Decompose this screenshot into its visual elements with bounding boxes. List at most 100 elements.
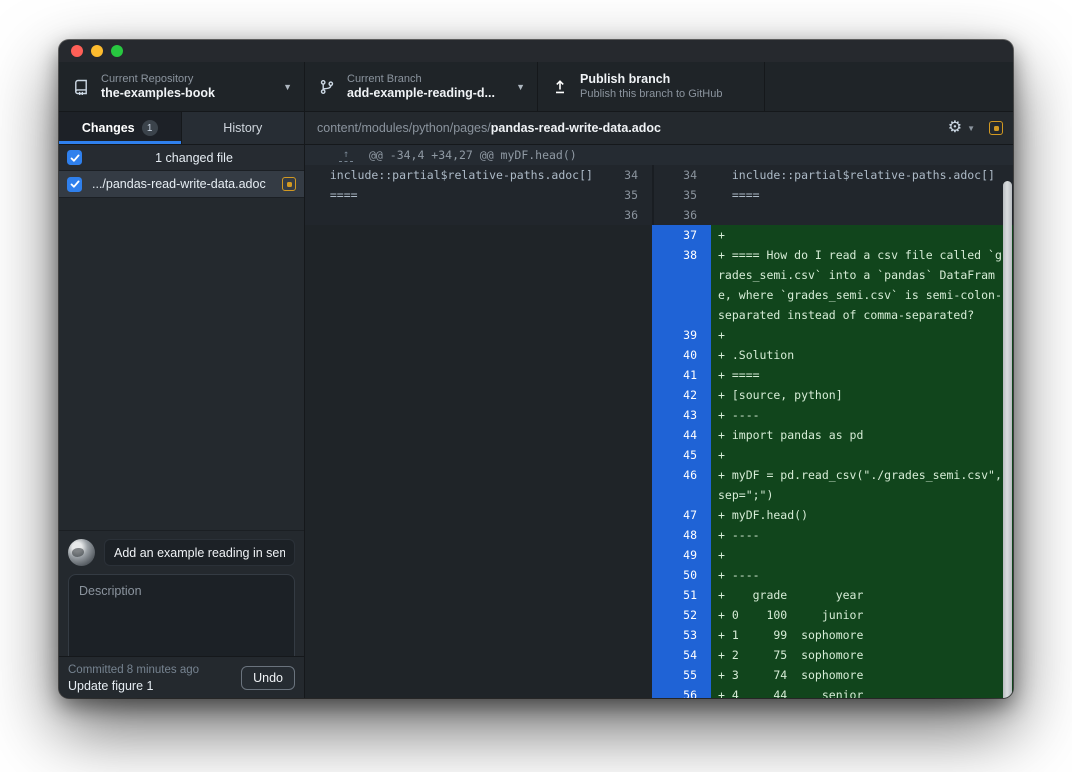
diff-scrollbar[interactable]: [1003, 181, 1012, 698]
old-num[interactable]: [600, 385, 652, 405]
diff-options-button[interactable]: ⚙ ▼: [948, 120, 975, 136]
current-branch-button[interactable]: Current Branch add-example-reading-d... …: [305, 62, 538, 111]
diff-row[interactable]: 42+ [source, python]: [305, 385, 1013, 405]
diff-row[interactable]: 51+ grade year: [305, 585, 1013, 605]
diff-row[interactable]: 56+ 4 44 senior: [305, 685, 1013, 698]
file-list-item[interactable]: .../pandas-read-write-data.adoc: [59, 171, 304, 198]
old-num[interactable]: [600, 625, 652, 645]
old-num[interactable]: [600, 545, 652, 565]
diff-row[interactable]: 37+: [305, 225, 1013, 245]
diff-row[interactable]: 50+ ----: [305, 565, 1013, 585]
new-content-text: +: [711, 225, 1013, 245]
new-content-text: +: [711, 545, 1013, 565]
new-num[interactable]: 48: [652, 525, 711, 545]
new-num[interactable]: 52: [652, 605, 711, 625]
old-num[interactable]: [600, 525, 652, 545]
current-repository-name: the-examples-book: [101, 86, 275, 101]
old-num[interactable]: [600, 565, 652, 585]
new-num[interactable]: 56: [652, 685, 711, 698]
old-num[interactable]: [600, 365, 652, 385]
diff-row[interactable]: 55+ 3 74 sophomore: [305, 665, 1013, 685]
new-num[interactable]: 42: [652, 385, 711, 405]
old-num[interactable]: 34: [600, 165, 652, 185]
new-num[interactable]: 46: [652, 465, 711, 505]
publish-branch-button[interactable]: Publish branch Publish this branch to Gi…: [538, 62, 765, 111]
new-num[interactable]: 55: [652, 665, 711, 685]
old-content-text: [305, 225, 600, 245]
upload-icon: [552, 79, 568, 95]
diff-row[interactable]: 41+ ====: [305, 365, 1013, 385]
new-content-text: + ----: [711, 525, 1013, 545]
zoom-button[interactable]: [111, 45, 123, 57]
old-num[interactable]: [600, 245, 652, 325]
minimize-button[interactable]: [91, 45, 103, 57]
current-repository-button[interactable]: Current Repository the-examples-book ▼: [59, 62, 305, 111]
changed-files-summary-row[interactable]: 1 changed file: [59, 145, 304, 171]
new-num[interactable]: 38: [652, 245, 711, 325]
old-num[interactable]: 35: [600, 185, 652, 205]
old-num[interactable]: [600, 405, 652, 425]
new-num[interactable]: 40: [652, 345, 711, 365]
new-content-text: [711, 205, 1013, 225]
old-num[interactable]: [600, 465, 652, 505]
new-num[interactable]: 41: [652, 365, 711, 385]
diff-row[interactable]: ====3535 ====: [305, 185, 1013, 205]
tab-history[interactable]: History: [182, 112, 305, 144]
new-num[interactable]: 54: [652, 645, 711, 665]
old-num[interactable]: [600, 505, 652, 525]
commit-description-input[interactable]: [69, 575, 294, 655]
new-num[interactable]: 47: [652, 505, 711, 525]
diff-view: ↑ @@ -34,4 +34,27 @@ myDF.head() include…: [305, 145, 1013, 698]
tab-history-label: History: [223, 121, 262, 135]
diff-pane: content/modules/python/pages/pandas-read…: [305, 112, 1013, 698]
diff-row[interactable]: 38+ ==== How do I read a csv file called…: [305, 245, 1013, 325]
diff-row[interactable]: 54+ 2 75 sophomore: [305, 645, 1013, 665]
commit-summary-input[interactable]: [104, 539, 295, 566]
new-num[interactable]: 50: [652, 565, 711, 585]
diff-row[interactable]: 46+ myDF = pd.read_csv("./grades_semi.cs…: [305, 465, 1013, 505]
diff-row[interactable]: 53+ 1 99 sophomore: [305, 625, 1013, 645]
tab-changes[interactable]: Changes 1: [59, 112, 182, 144]
new-num[interactable]: 45: [652, 445, 711, 465]
old-num[interactable]: [600, 325, 652, 345]
new-num[interactable]: 44: [652, 425, 711, 445]
diff-row[interactable]: 39+: [305, 325, 1013, 345]
diff-row[interactable]: 3636: [305, 205, 1013, 225]
new-num[interactable]: 43: [652, 405, 711, 425]
old-num[interactable]: [600, 425, 652, 445]
old-content-text: [305, 345, 600, 365]
old-num[interactable]: [600, 685, 652, 698]
new-num[interactable]: 51: [652, 585, 711, 605]
old-num[interactable]: [600, 345, 652, 365]
new-num[interactable]: 34: [652, 165, 711, 185]
diff-row[interactable]: 43+ ----: [305, 405, 1013, 425]
new-num[interactable]: 49: [652, 545, 711, 565]
diff-row[interactable]: 44+ import pandas as pd: [305, 425, 1013, 445]
diff-row[interactable]: 40+ .Solution: [305, 345, 1013, 365]
new-num[interactable]: 37: [652, 225, 711, 245]
old-num[interactable]: 36: [600, 205, 652, 225]
old-num[interactable]: [600, 645, 652, 665]
diff-row[interactable]: 52+ 0 100 junior: [305, 605, 1013, 625]
old-num[interactable]: [600, 605, 652, 625]
title-bar[interactable]: [59, 40, 1013, 62]
current-branch-name: add-example-reading-d...: [347, 86, 508, 101]
file-checkbox[interactable]: [67, 177, 82, 192]
new-num[interactable]: 53: [652, 625, 711, 645]
new-num[interactable]: 35: [652, 185, 711, 205]
diff-row[interactable]: 48+ ----: [305, 525, 1013, 545]
diff-row[interactable]: 49+: [305, 545, 1013, 565]
select-all-checkbox[interactable]: [67, 150, 82, 165]
undo-button[interactable]: Undo: [241, 666, 295, 690]
old-num[interactable]: [600, 665, 652, 685]
close-button[interactable]: [71, 45, 83, 57]
old-num[interactable]: [600, 225, 652, 245]
diff-row[interactable]: include::partial$relative-paths.adoc[]34…: [305, 165, 1013, 185]
new-num[interactable]: 39: [652, 325, 711, 345]
expand-hunk-icon[interactable]: ↑: [323, 145, 369, 165]
new-num[interactable]: 36: [652, 205, 711, 225]
old-num[interactable]: [600, 445, 652, 465]
diff-row[interactable]: 45+: [305, 445, 1013, 465]
diff-row[interactable]: 47+ myDF.head(): [305, 505, 1013, 525]
old-num[interactable]: [600, 585, 652, 605]
